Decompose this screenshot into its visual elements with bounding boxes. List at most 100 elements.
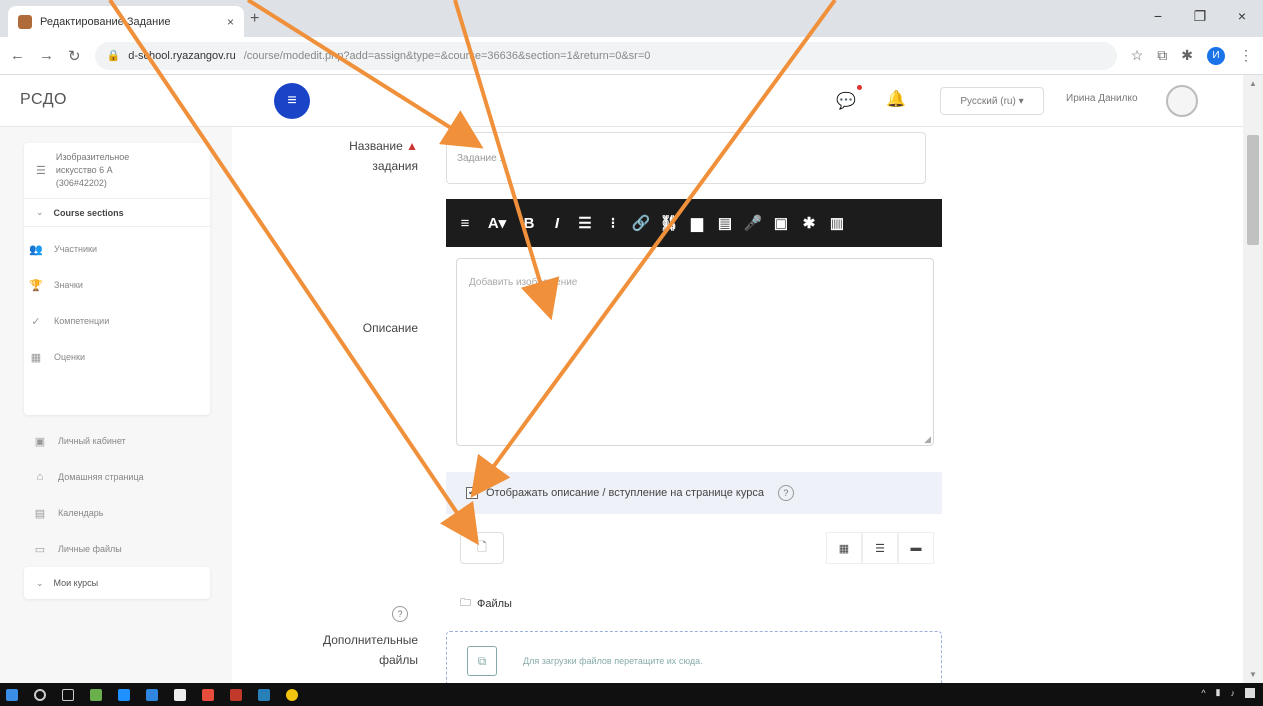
drawer-item-home[interactable]: ⌂ Домашняя страница: [28, 459, 214, 495]
my-courses-toggle[interactable]: ⌄ Мои курсы: [24, 567, 210, 599]
drawer-item-dashboard[interactable]: ▣ Личный кабинет: [28, 423, 214, 459]
page-scrollbar[interactable]: ▲ ▼: [1243, 75, 1263, 683]
taskbar-apps: [6, 688, 298, 701]
notification-icon[interactable]: [1245, 687, 1255, 698]
drawer-item-label: Личные файлы: [58, 544, 122, 554]
show-description-checkbox[interactable]: ✓: [466, 487, 478, 499]
app-icon[interactable]: [90, 688, 102, 701]
browser-tab[interactable]: Редактирование Задание ×: [8, 6, 244, 37]
drawer-item-label: Компетенции: [54, 316, 110, 326]
dropzone-text: Для загрузки файлов перетащите их сюда.: [523, 656, 703, 666]
drawer-item-competencies[interactable]: ✓ Компетенции: [28, 303, 188, 339]
minimize-button[interactable]: −: [1137, 0, 1179, 32]
help-icon[interactable]: ?: [777, 485, 794, 501]
course-sections-label: Course sections: [53, 207, 124, 218]
drawer-item-participants[interactable]: 👥 Участники: [28, 231, 188, 267]
scroll-up-icon[interactable]: ▲: [1249, 79, 1257, 88]
user-name[interactable]: Ирина Данилко: [1066, 93, 1138, 104]
window-controls: − ❐ ×: [1137, 0, 1263, 32]
user-avatar[interactable]: [1166, 85, 1198, 117]
required-icon: ▲: [406, 139, 418, 153]
scroll-down-icon[interactable]: ▼: [1249, 670, 1257, 679]
menu-toggle-icon[interactable]: ≡: [454, 215, 476, 232]
reload-icon[interactable]: ↻: [68, 47, 81, 65]
record-video-icon[interactable]: ▣: [770, 214, 792, 232]
extra-files-label: Дополнительные файлы: [290, 630, 418, 670]
file-dropzone[interactable]: ⧉ Для загрузки файлов перетащите их сюда…: [446, 631, 942, 691]
profile-avatar[interactable]: И: [1207, 46, 1225, 65]
volume-icon[interactable]: ♪: [1231, 688, 1236, 698]
course-link[interactable]: ☰ Изобразительное искусство 6 А (306#422…: [24, 143, 210, 198]
scroll-thumb[interactable]: [1247, 135, 1259, 245]
site-brand[interactable]: РСДО: [20, 91, 67, 109]
browser-menu-icon[interactable]: ⋮: [1239, 47, 1253, 64]
assignment-name-input[interactable]: Задание 1: [446, 132, 926, 184]
new-tab-button[interactable]: +: [250, 10, 259, 28]
language-selector[interactable]: Русский (ru) ▾: [940, 87, 1044, 115]
numbered-list-icon[interactable]: ⁝: [602, 214, 624, 232]
drawer-item-calendar[interactable]: ▤ Календарь: [28, 495, 214, 531]
course-name: Изобразительное искусство 6 А (306#42202…: [55, 152, 130, 188]
messages-icon[interactable]: 💬: [836, 91, 856, 111]
notifications-bell-icon[interactable]: 🔔: [886, 89, 906, 109]
unlink-icon[interactable]: ⛓: [658, 214, 680, 232]
chevron-down-icon: ⌄: [36, 577, 44, 588]
bullet-list-icon[interactable]: ☰: [574, 214, 596, 232]
bookmark-star-icon[interactable]: ☆: [1131, 47, 1144, 64]
h5p-icon[interactable]: ▥: [826, 214, 848, 232]
course-icon: ☰: [36, 165, 46, 177]
windows-start-icon[interactable]: [6, 688, 18, 701]
extra-files-label-text-2: файлы: [379, 653, 418, 667]
record-audio-icon[interactable]: 🎤: [742, 214, 764, 232]
site-header: РСДО ≡ 💬 🔔 Русский (ru) ▾ Ирина Данилко: [0, 75, 1243, 127]
bold-icon[interactable]: B: [518, 215, 540, 232]
tree-view-icon[interactable]: ▬: [898, 532, 934, 564]
close-window-button[interactable]: ×: [1221, 0, 1263, 32]
site-nav-list: ▣ Личный кабинет ⌂ Домашняя страница ▤ К…: [28, 423, 214, 567]
drawer-item-badges[interactable]: 🏆 Значки: [28, 267, 188, 303]
image-icon[interactable]: ▆: [686, 214, 708, 232]
search-icon[interactable]: [34, 688, 46, 701]
files-folder[interactable]: 🗀 Файлы: [460, 594, 512, 613]
italic-icon[interactable]: I: [546, 215, 568, 232]
translate-icon[interactable]: ⧉: [1157, 47, 1167, 64]
tray-chevron-icon[interactable]: ^: [1201, 688, 1205, 698]
url-input[interactable]: 🔒 d-school.ryazangov.ru/course/modedit.p…: [94, 41, 1117, 70]
course-sections-toggle[interactable]: ⌄ Course sections: [24, 198, 210, 227]
back-icon[interactable]: ←: [10, 47, 25, 64]
tab-close-icon[interactable]: ×: [227, 15, 234, 29]
files-folder-label: Файлы: [477, 597, 512, 610]
drawer-item-private-files[interactable]: ▭ Личные файлы: [28, 531, 214, 567]
drawer-item-label: Значки: [54, 280, 83, 290]
manage-files-icon[interactable]: ✱: [798, 214, 820, 232]
app-icon[interactable]: [230, 688, 242, 701]
chrome-icon[interactable]: [286, 688, 298, 701]
url-host: d-school.ryazangov.ru: [128, 49, 236, 62]
add-file-icon[interactable]: 🗋: [460, 532, 504, 564]
list-view-icon[interactable]: ☰: [862, 532, 898, 564]
media-icon[interactable]: ▤: [714, 214, 736, 232]
users-icon: 👥: [29, 243, 43, 256]
drawer-toggle-button[interactable]: ≡: [274, 83, 310, 119]
resize-grip-icon[interactable]: ◢: [924, 434, 931, 445]
folder-icon: 🗀: [460, 597, 471, 609]
link-icon[interactable]: 🔗: [630, 214, 652, 232]
files-icon: ▭: [34, 543, 46, 556]
show-description-label[interactable]: Отображать описание / вступление на стра…: [486, 487, 764, 499]
app-icon[interactable]: [146, 688, 158, 701]
maximize-button[interactable]: ❐: [1179, 0, 1221, 32]
description-editor[interactable]: Добавить изображение ◢: [456, 258, 934, 446]
task-view-icon[interactable]: [62, 688, 74, 701]
network-icon[interactable]: ▮: [1216, 687, 1221, 698]
icon-view-icon[interactable]: ▦: [826, 532, 862, 564]
nav-drawer: ☰ Изобразительное искусство 6 А (306#422…: [0, 127, 232, 683]
help-icon[interactable]: ?: [392, 606, 408, 622]
app-icon[interactable]: [202, 688, 214, 701]
app-icon[interactable]: [174, 688, 186, 701]
forward-icon[interactable]: →: [39, 47, 54, 64]
font-style-icon[interactable]: A▾: [482, 214, 512, 232]
app-icon[interactable]: [258, 688, 270, 701]
extensions-icon[interactable]: ✱: [1181, 47, 1193, 64]
drawer-item-grades[interactable]: ▦ Оценки: [28, 339, 188, 375]
edge-icon[interactable]: [118, 688, 130, 701]
